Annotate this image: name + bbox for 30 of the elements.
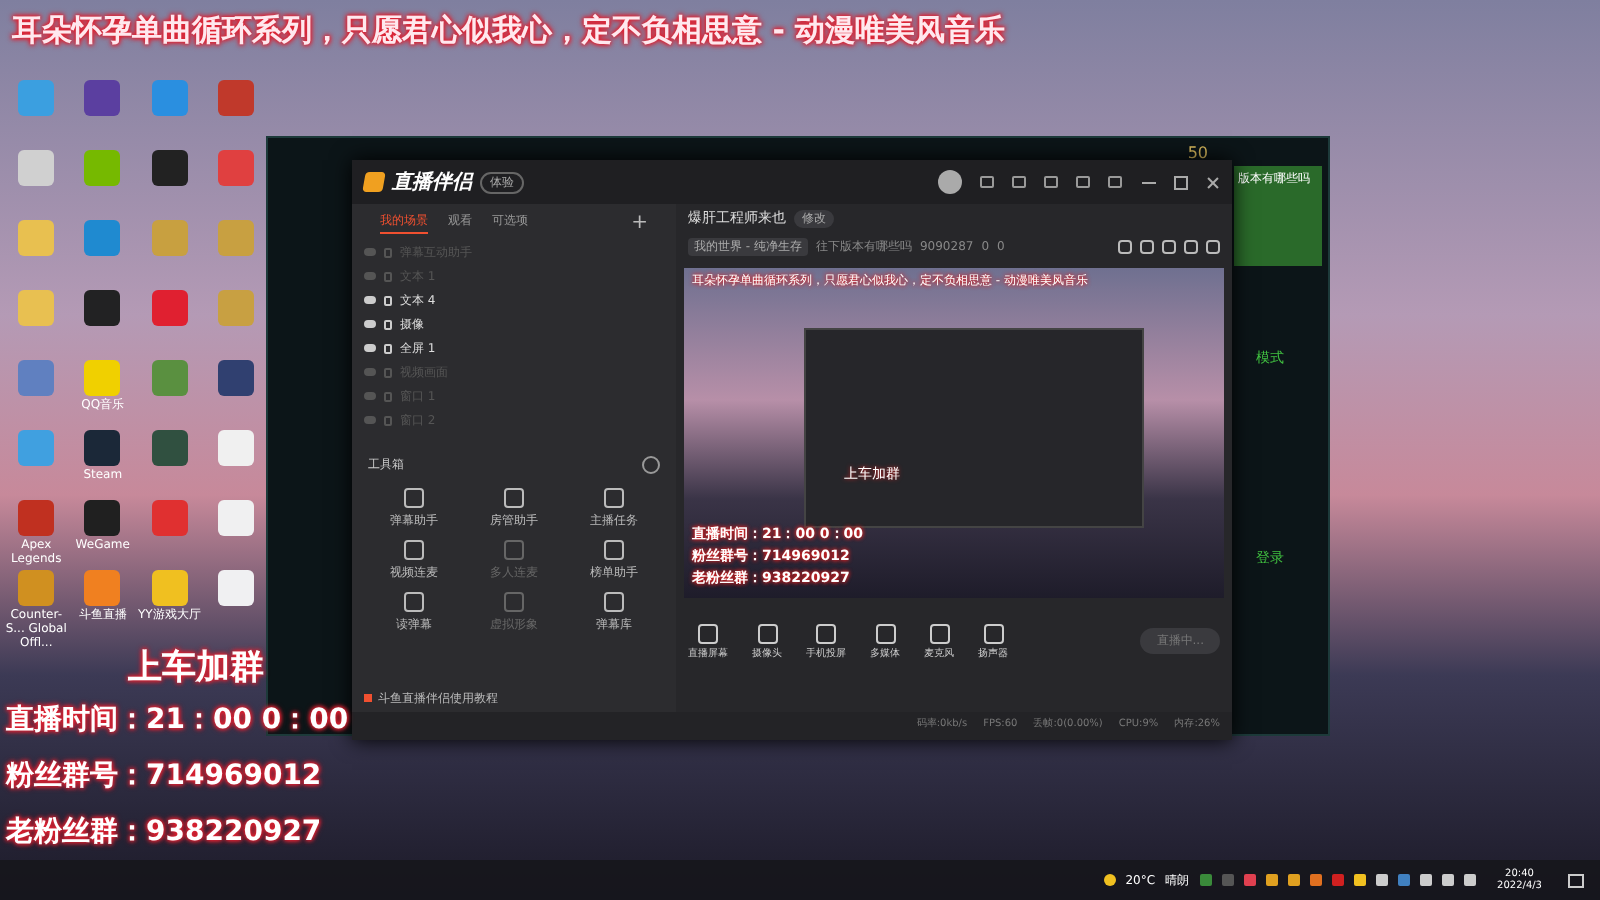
toolbar-icon[interactable] [1012, 176, 1026, 188]
logo-icon [362, 172, 386, 192]
avatar[interactable] [938, 170, 962, 194]
notification-icon[interactable] [1568, 873, 1584, 887]
maximize-icon[interactable] [1174, 175, 1188, 189]
app-icon[interactable] [217, 500, 254, 536]
join-group-text: 上车加群 [128, 646, 264, 692]
overlay-text: 直播时间：21：00 0：00 [6, 702, 349, 740]
close-icon[interactable] [1206, 175, 1220, 189]
app-icon[interactable] [151, 430, 188, 466]
moon-icon [1103, 874, 1116, 886]
toolbar-icon[interactable] [1044, 176, 1058, 188]
toolbar-icon[interactable] [1108, 176, 1122, 188]
app-icon[interactable] [84, 500, 121, 536]
toolbar-icon[interactable] [1076, 176, 1090, 188]
more-icon[interactable] [642, 455, 660, 473]
app-title: 直播伴侣 [392, 169, 472, 197]
overlay-text: 老粉丝群：938220927 [6, 814, 322, 852]
app-icon[interactable] [151, 150, 188, 186]
banner-title-text: 耳朵怀孕单曲循环系列，只愿君心似我心，定不负相思意 - 动漫唯美风音乐 [12, 10, 1006, 52]
toolbar-icon[interactable] [980, 176, 994, 188]
coin-count: 50 [1187, 142, 1208, 166]
minimize-icon[interactable] [1142, 181, 1156, 183]
app-icon[interactable] [217, 570, 254, 606]
app-icon[interactable] [84, 290, 121, 326]
overlay-text: 粉丝群号：714969012 [6, 758, 322, 796]
add-button[interactable]: + [631, 207, 648, 237]
app-icon[interactable] [151, 570, 188, 606]
app-icon[interactable] [217, 360, 254, 396]
app-icon[interactable] [84, 430, 121, 466]
